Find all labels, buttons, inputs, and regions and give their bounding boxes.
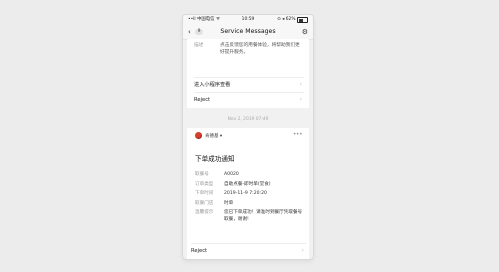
message-title: 下单成功通知: [195, 155, 235, 163]
status-bar: ••ll 中国电信 ᯤ 10:59 ⊙ ◂ 62%: [183, 15, 313, 25]
message-timestamp: Nov 2, 2019 07:49: [227, 117, 269, 122]
field-label: 订单类型: [195, 181, 214, 187]
message-list[interactable]: 描述 点击反馈您的用餐体验，将帮助我们更好提升服务。 进入小程序查看 › Rej…: [183, 39, 313, 259]
open-mini-program-row[interactable]: 进入小程序查看 ›: [194, 77, 304, 92]
phone-screen: ••ll 中国电信 ᯤ 10:59 ⊙ ◂ 62% ‹ 9 Service Me…: [183, 15, 313, 259]
field-row: 取餐号 A0020: [195, 172, 303, 179]
description-value: 点击反馈您的用餐体验，将帮助我们更好提升服务。: [220, 43, 300, 55]
field-value: 您已下单成功！请准时到餐厅凭取餐号取餐，谢谢!: [224, 210, 303, 222]
open-mini-program-label: 进入小程序查看: [194, 82, 231, 88]
field-label: 取餐门店: [195, 200, 214, 206]
field-value: A0020: [224, 172, 239, 177]
field-label: 取餐号: [195, 172, 209, 177]
reject-label: Reject: [194, 97, 211, 103]
chevron-right-icon: ›: [299, 96, 302, 103]
sender-name: 肯德基 ▾: [205, 133, 223, 139]
field-row: 温馨提示 您已下单成功！请准时到餐厅凭取餐号取餐，谢谢!: [195, 210, 303, 223]
battery-area: ⊙ ◂ 62%: [277, 15, 308, 25]
reject-row[interactable]: Reject ›: [191, 243, 306, 258]
field-row: 取餐门店 时单: [195, 201, 303, 208]
battery-percent: ⊙ ◂ 62%: [277, 17, 296, 22]
avatar: [195, 132, 202, 139]
field-row: 订单类型 自助点餐-即时单(堂食): [195, 182, 303, 189]
reject-label: Reject: [191, 248, 208, 254]
message-card-order: 肯德基 ▾ ••• 下单成功通知 取餐号 A0020 订单类型 自助点餐-即时单…: [187, 128, 309, 259]
field-label: 下单时间: [195, 191, 214, 197]
battery-icon: [297, 17, 308, 23]
chevron-right-icon: ›: [301, 247, 304, 254]
description-row: 描述 点击反馈您的用餐体验，将帮助我们更好提升服务。: [194, 42, 302, 56]
order-fields: 取餐号 A0020 订单类型 自助点餐-即时单(堂食) 下单时间 2019-11…: [195, 172, 303, 226]
sender-header[interactable]: 肯德基 ▾: [195, 132, 222, 139]
field-value: 2019-11-9 7:20:20: [224, 191, 267, 197]
page-title: Service Messages: [220, 28, 276, 35]
reject-row[interactable]: Reject ›: [194, 92, 304, 107]
screenshot-backdrop: ••ll 中国电信 ᯤ 10:59 ⊙ ◂ 62% ‹ 9 Service Me…: [0, 0, 499, 272]
ellipsis-icon[interactable]: •••: [293, 131, 303, 138]
field-value: 时单: [224, 200, 234, 206]
description-label: 描述: [194, 43, 204, 48]
chevron-right-icon: ›: [299, 81, 302, 88]
nav-bar: ‹ 9 Service Messages ⚙: [183, 25, 313, 40]
gear-icon[interactable]: ⚙: [302, 28, 308, 36]
field-value: 自助点餐-即时单(堂食): [224, 181, 271, 187]
field-label: 温馨提示: [195, 210, 214, 216]
field-row: 下单时间 2019-11-9 7:20:20: [195, 191, 303, 198]
message-card-feedback: 描述 点击反馈您的用餐体验，将帮助我们更好提升服务。 进入小程序查看 › Rej…: [187, 39, 309, 108]
